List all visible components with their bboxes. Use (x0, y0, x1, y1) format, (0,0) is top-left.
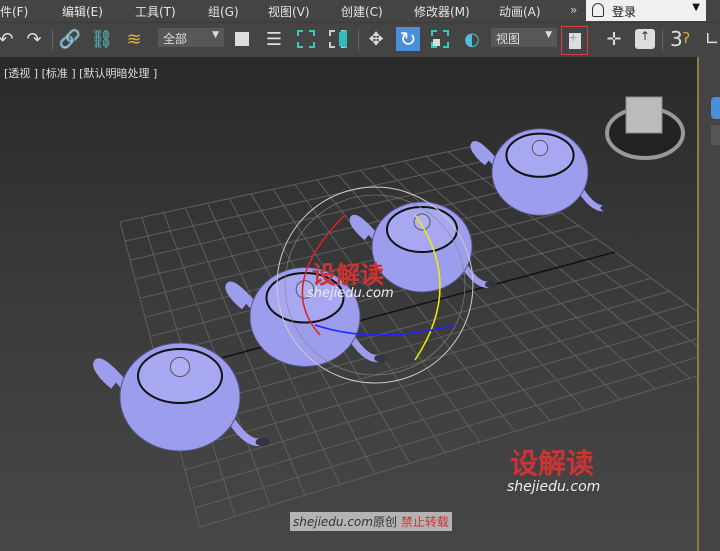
bind-space-warp-icon[interactable]: ≋ (122, 27, 146, 51)
teapot-spout-tip (600, 204, 612, 212)
unlink-icon[interactable]: ⛓ (90, 27, 114, 51)
redo-icon[interactable]: ↷ (22, 27, 46, 51)
viewcube-icon (625, 96, 663, 134)
placement-icon[interactable]: ◐ (460, 27, 484, 51)
command-panel (703, 57, 720, 551)
perspective-viewport[interactable]: [透视 ] [标准 ] [默认明暗处理 ] 设解读 shejiedu.com 设… (0, 57, 699, 551)
divider (662, 29, 663, 51)
select-by-name-icon[interactable]: ☰ (262, 27, 286, 51)
user-icon (592, 3, 604, 17)
menu-edit[interactable]: 编辑(E) (62, 3, 103, 20)
scale-icon[interactable] (428, 27, 452, 51)
menu-file[interactable]: 件(F) (0, 3, 28, 20)
create-tab[interactable] (711, 97, 720, 119)
menu-modifiers[interactable]: 修改器(M) (414, 3, 470, 20)
credit-label: shejiedu.com原创 禁止转载 (290, 512, 452, 531)
reference-coordinate-dropdown[interactable]: 视图 ▼ (491, 28, 557, 47)
menu-bar: 件(F) 编辑(E) 工具(T) 组(G) 视图(V) 创建(C) 修改器(M)… (0, 0, 720, 22)
selection-filter-value: 全部 (163, 32, 188, 46)
rectangular-selection-icon[interactable] (294, 27, 318, 51)
viewport-scene (93, 96, 697, 528)
chevron-down-icon: ▼ (545, 30, 552, 40)
menu-group[interactable]: 组(G) (208, 3, 239, 20)
snaps-toggle-icon[interactable]: 3ʔ (668, 27, 692, 51)
divider (358, 29, 359, 51)
select-object-icon[interactable] (230, 27, 254, 51)
main-toolbar: ↶ ↷ 🔗 ⛓ ≋ 全部 ▼ ☰ ✥ ↻ ◐ 视图 ▼ + ✛ ↑ 3ʔ ∟ (0, 22, 720, 56)
teapot-spout-tip (374, 354, 388, 363)
pivot-center-button[interactable]: + (561, 26, 588, 55)
menu-tools[interactable]: 工具(T) (135, 3, 176, 20)
link-icon[interactable]: 🔗 (58, 27, 82, 51)
move-icon[interactable]: ✥ (364, 27, 388, 51)
menu-views[interactable]: 视图(V) (268, 3, 310, 20)
reference-coordinate-value: 视图 (496, 32, 521, 46)
watermark-brand: 设解读 (510, 447, 595, 480)
teapot-spout-tip (255, 437, 270, 447)
angle-snap-icon[interactable]: ∟ (700, 27, 720, 51)
login-label: 登录 (612, 5, 637, 19)
teapot-knob (169, 356, 191, 378)
grid-line (194, 356, 697, 509)
panel-tab[interactable] (711, 125, 720, 145)
watermark-brand: 设解读 (312, 261, 384, 289)
menu-overflow[interactable]: » (570, 3, 577, 17)
watermark-url: shejiedu.com (307, 286, 394, 301)
viewport-label[interactable]: [透视 ] [标准 ] [默认明暗处理 ] (4, 65, 157, 81)
keyboard-shortcut-icon[interactable]: ↑ (633, 27, 657, 51)
chevron-down-icon: ▼ (692, 2, 700, 13)
login-dropdown[interactable]: 登录 ▼ (586, 0, 706, 21)
select-manipulate-icon[interactable]: ✛ (602, 27, 626, 51)
chevron-down-icon: ▼ (212, 30, 219, 40)
menu-animation[interactable]: 动画(A) (499, 3, 541, 20)
undo-icon[interactable]: ↶ (0, 27, 18, 51)
teapot-knob (531, 139, 549, 157)
selection-filter-dropdown[interactable]: 全部 ▼ (158, 28, 224, 47)
window-crossing-icon[interactable] (326, 27, 350, 51)
rotate-icon[interactable]: ↻ (396, 27, 420, 51)
grid-line (199, 375, 697, 528)
menu-create[interactable]: 创建(C) (341, 3, 383, 20)
watermark-url: shejiedu.com (507, 479, 601, 495)
teapot-spout-tip (485, 281, 497, 288)
divider (52, 29, 53, 51)
